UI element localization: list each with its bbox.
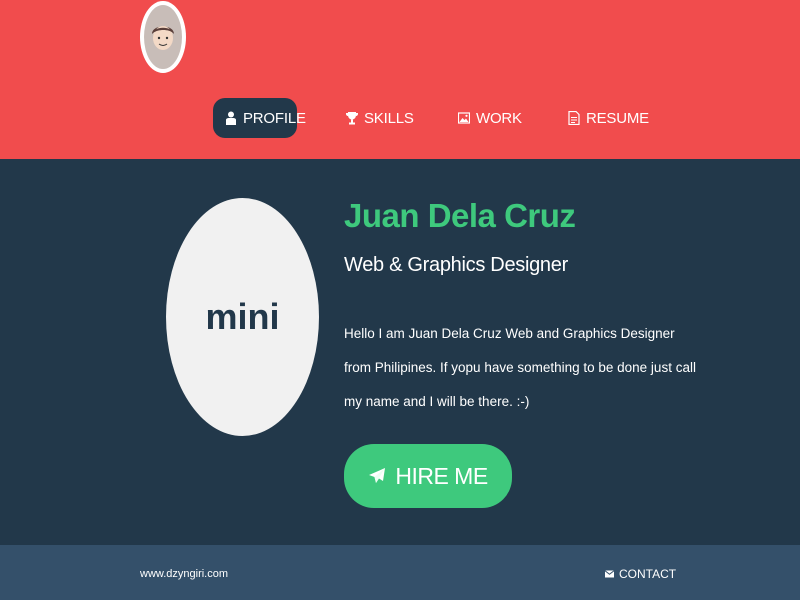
- nav-profile-label: PROFILE: [243, 109, 306, 127]
- profile-name: Juan Dela Cruz: [344, 197, 576, 234]
- trophy-icon: [346, 111, 358, 125]
- contact-link[interactable]: CONTACT: [605, 567, 676, 581]
- profile-role: Web & Graphics Designer: [344, 254, 568, 276]
- bio-line: from Philipines. If yopu have something …: [344, 360, 696, 375]
- image-icon: [458, 111, 470, 125]
- profile-photo-text: mini: [205, 296, 280, 337]
- avatar[interactable]: [140, 1, 186, 73]
- bio-line: my name and I will be there. :-): [344, 394, 530, 409]
- main-nav: PROFILE SKILLS WORK RESUME: [0, 98, 800, 138]
- bio-line: Hello I am Juan Dela Cruz Web and Graphi…: [344, 326, 675, 341]
- footer-site-link[interactable]: www.dzyngiri.com: [140, 568, 228, 580]
- contact-label: CONTACT: [619, 567, 677, 581]
- nav-resume-label: RESUME: [586, 109, 649, 127]
- user-icon: [225, 111, 237, 125]
- envelope-icon: [605, 570, 614, 578]
- nav-skills[interactable]: SKILLS: [346, 98, 414, 138]
- hire-me-label: HIRE ME: [395, 462, 488, 489]
- hire-me-button[interactable]: HIRE ME: [344, 444, 512, 508]
- profile-section: mini Juan Dela Cruz Web & Graphics Desig…: [0, 159, 800, 545]
- avatar-face-icon: [144, 5, 182, 69]
- profile-photo: mini: [166, 198, 319, 436]
- profile-bio: Hello I am Juan Dela Cruz Web and Graphi…: [344, 317, 696, 419]
- footer: www.dzyngiri.com CONTACT: [0, 545, 800, 600]
- nav-work[interactable]: WORK: [458, 98, 522, 138]
- paper-plane-icon: [368, 467, 386, 485]
- nav-resume[interactable]: RESUME: [568, 98, 649, 138]
- nav-work-label: WORK: [476, 109, 522, 127]
- document-icon: [568, 111, 580, 125]
- header: PROFILE SKILLS WORK RESUME: [0, 0, 800, 159]
- nav-skills-label: SKILLS: [364, 109, 414, 127]
- nav-profile[interactable]: PROFILE: [213, 98, 306, 138]
